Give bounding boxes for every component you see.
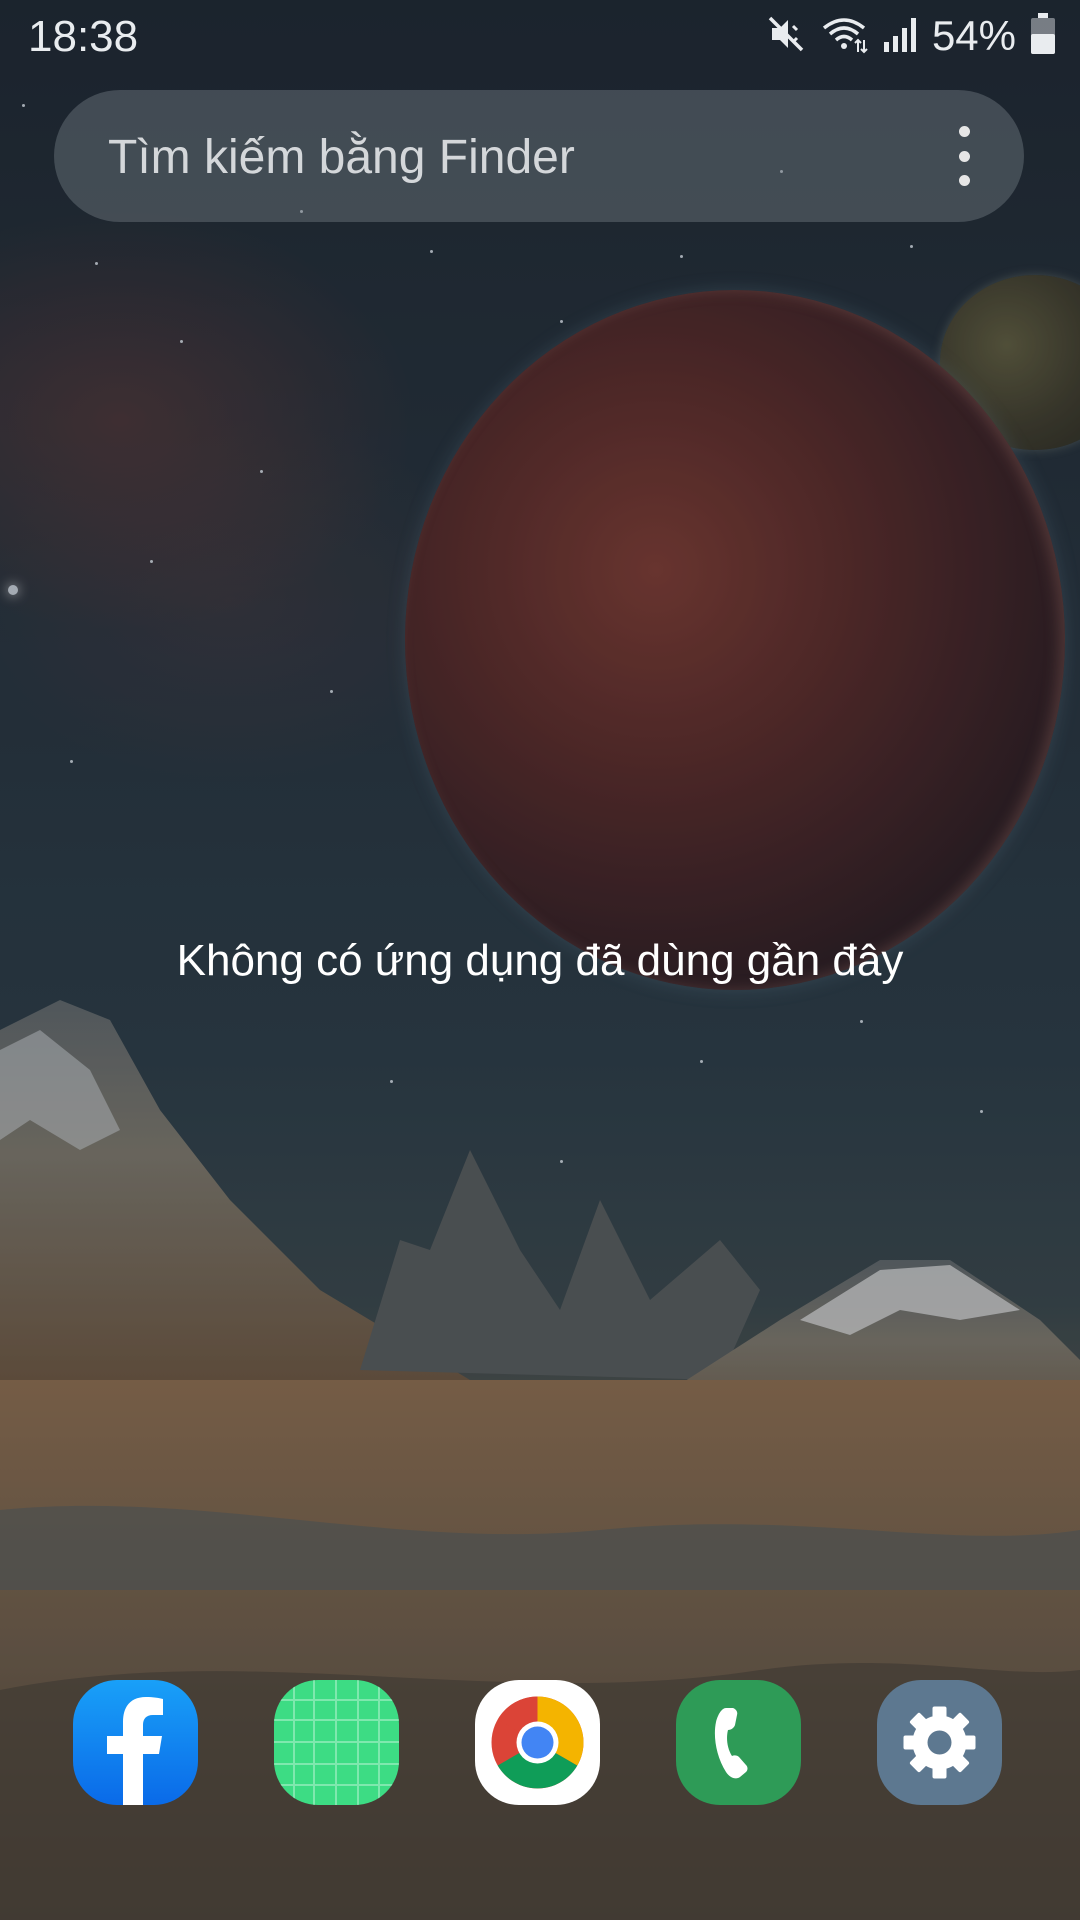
battery-icon bbox=[1030, 12, 1056, 60]
no-recent-apps-message: Không có ứng dụng đã dùng gần đây bbox=[176, 936, 904, 985]
grid-app-icon[interactable] bbox=[274, 1680, 399, 1805]
finder-search-bar[interactable]: Tìm kiếm bằng Finder bbox=[54, 90, 1024, 222]
status-icons: 54% bbox=[766, 10, 1056, 62]
settings-icon[interactable] bbox=[877, 1680, 1002, 1805]
search-placeholder[interactable]: Tìm kiếm bằng Finder bbox=[108, 130, 575, 185]
more-vertical-icon[interactable] bbox=[944, 126, 984, 186]
status-time: 18:38 bbox=[28, 12, 139, 61]
battery-percent: 54% bbox=[931, 12, 1016, 59]
phone-icon[interactable] bbox=[676, 1680, 801, 1805]
app-dock bbox=[0, 1680, 1080, 1805]
status-bar: 18:38 54% bbox=[0, 0, 1080, 72]
facebook-icon[interactable] bbox=[73, 1680, 198, 1805]
chrome-icon[interactable] bbox=[475, 1680, 600, 1805]
mute-icon bbox=[766, 14, 806, 59]
wifi-icon bbox=[820, 14, 868, 59]
signal-icon bbox=[882, 14, 918, 59]
